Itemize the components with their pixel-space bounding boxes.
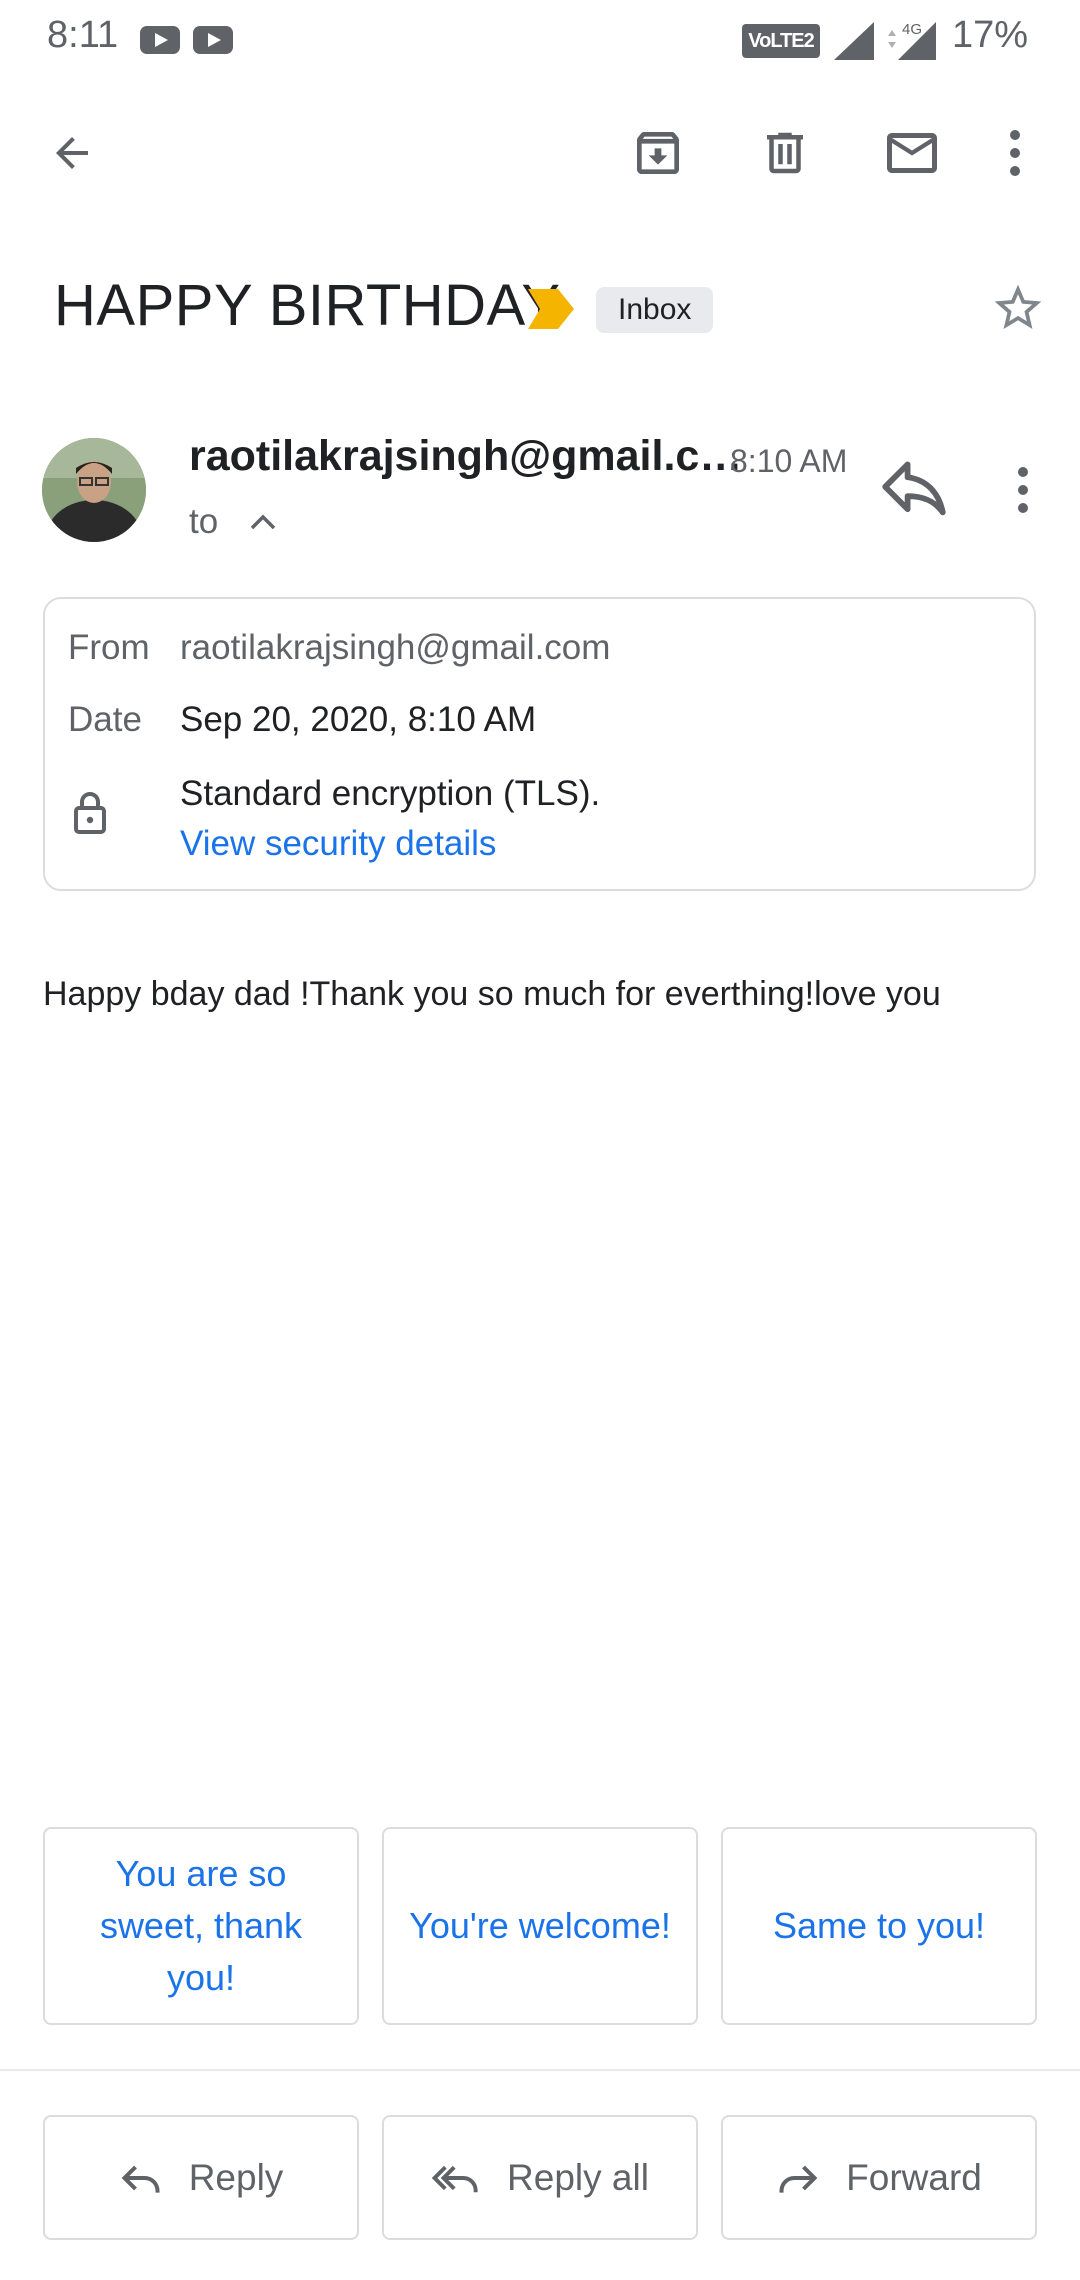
important-marker-icon[interactable] [528, 289, 574, 329]
encryption-text: Standard encryption (TLS). [180, 774, 601, 813]
reply-all-label: Reply all [507, 2156, 649, 2198]
label-inbox[interactable]: Inbox [596, 287, 714, 333]
email-subject: HAPPY BIRTHDAY [54, 273, 561, 338]
message-more-button[interactable] [1016, 466, 1030, 519]
reply-all-icon [431, 2165, 478, 2192]
reply-action-button[interactable]: Reply [43, 2115, 359, 2240]
avatar-photo [42, 438, 146, 542]
more-vert-icon [1018, 467, 1028, 513]
reply-label: Reply [188, 2156, 284, 2198]
email-time: 8:10 AM [730, 443, 848, 479]
signal-4g-icon: 4G [888, 21, 936, 60]
mail-icon [887, 133, 937, 173]
signal-icon [834, 22, 874, 60]
from-label: From [68, 628, 150, 667]
forward-action-button[interactable]: Forward [721, 2115, 1037, 2240]
forward-label: Forward [846, 2156, 982, 2198]
reply-icon [121, 2165, 160, 2193]
star-outline-icon [994, 284, 1042, 329]
status-time: 8:11 [47, 14, 119, 56]
mark-unread-button[interactable] [867, 108, 957, 198]
date-value: Sep 20, 2020, 8:10 AM [180, 700, 537, 739]
network-type-label: 4G [902, 21, 922, 38]
archive-button[interactable] [613, 108, 703, 198]
chevron-up-icon[interactable] [248, 510, 278, 534]
more-options-button[interactable] [980, 108, 1050, 198]
forward-icon [779, 2165, 818, 2193]
sender-email[interactable]: raotilakrajsingh@gmail.c… [189, 432, 742, 481]
date-label: Date [68, 700, 142, 739]
from-value[interactable]: raotilakrajsingh@gmail.com [180, 628, 610, 668]
back-button[interactable] [27, 108, 117, 198]
smart-reply-3[interactable]: Same to you! [721, 1827, 1037, 2025]
sender-avatar[interactable] [42, 438, 146, 542]
email-body: Happy bday dad !Thank you so much for ev… [43, 975, 941, 1013]
youtube-notification-icon [193, 26, 233, 54]
smart-reply-2[interactable]: You're welcome! [382, 1827, 698, 2025]
reply-icon [882, 461, 946, 516]
arrow-back-icon [56, 137, 88, 169]
recipients-label[interactable]: to [189, 502, 218, 542]
lock-icon [74, 792, 106, 834]
volte-badge: VoLTE2 [742, 24, 820, 58]
youtube-notification-icon [140, 26, 180, 54]
star-button[interactable] [990, 280, 1046, 341]
reply-button[interactable] [875, 458, 953, 527]
view-security-details-link[interactable]: View security details [180, 824, 496, 864]
reply-all-action-button[interactable]: Reply all [382, 2115, 698, 2240]
delete-button[interactable] [740, 108, 830, 198]
smart-reply-1[interactable]: You are so sweet, thank you! [43, 1827, 359, 2025]
more-vert-icon [1010, 130, 1020, 176]
trash-icon [767, 132, 803, 174]
battery-level: 17% [952, 14, 1029, 56]
divider [0, 2069, 1080, 2071]
archive-icon [637, 132, 679, 174]
